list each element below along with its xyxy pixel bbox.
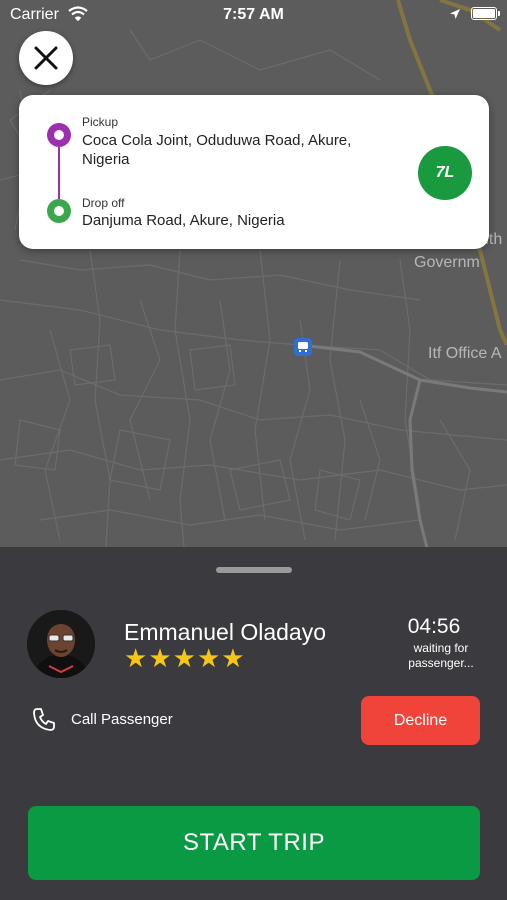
pickup-pin-icon [47, 123, 71, 147]
map-label: Itf Office A [428, 345, 502, 362]
call-passenger-button[interactable]: Call Passenger [71, 711, 173, 728]
dropoff-address: Danjuma Road, Akure, Nigeria [82, 212, 285, 229]
brand-logo: 7L [418, 146, 472, 200]
wait-countdown: 04:56 [407, 615, 461, 638]
close-icon [34, 46, 58, 70]
star-icon: ★ [124, 643, 148, 673]
bus-stop-icon [294, 338, 312, 356]
star-icon: ★ [148, 643, 172, 673]
passenger-avatar [27, 610, 95, 678]
pickup-label: Pickup [82, 115, 119, 129]
location-arrow-icon [449, 7, 461, 25]
map-view[interactable]: uth Governm Itf Office A [0, 0, 507, 560]
start-trip-button[interactable]: START TRIP [28, 806, 480, 880]
passenger-rating: ★★★★★ [124, 645, 246, 671]
star-icon: ★ [221, 643, 245, 673]
trip-route-card: Pickup Coca Cola Joint, Oduduwa Road, Ak… [19, 95, 489, 249]
battery-icon [471, 7, 500, 20]
ride-request-screen: uth Governm Itf Office A Carrier 7:57 AM [0, 0, 507, 900]
pickup-address: Coca Cola Joint, Oduduwa Road, Akure, Ni… [82, 132, 352, 168]
star-icon: ★ [196, 643, 221, 673]
map-label: Governm [414, 254, 480, 271]
bottom-sheet: Emmanuel Oladayo ★★★★★ 04:56 waiting for… [0, 547, 507, 900]
waiting-status: waiting for passenger... [408, 641, 474, 670]
decline-button[interactable]: Decline [361, 696, 480, 745]
status-bar: Carrier 7:57 AM [0, 0, 507, 30]
star-icon: ★ [172, 643, 196, 673]
clock: 7:57 AM [223, 6, 284, 23]
map-canvas: uth Governm Itf Office A [0, 0, 507, 560]
passenger-name: Emmanuel Oladayo [124, 619, 326, 645]
brand-logo-text: 7L [435, 164, 455, 181]
dropoff-label: Drop off [82, 196, 125, 210]
drag-handle[interactable] [216, 567, 292, 573]
phone-icon[interactable] [31, 706, 57, 732]
route-connector [58, 147, 60, 199]
dropoff-pin-icon [47, 199, 71, 223]
close-button[interactable] [19, 31, 73, 85]
